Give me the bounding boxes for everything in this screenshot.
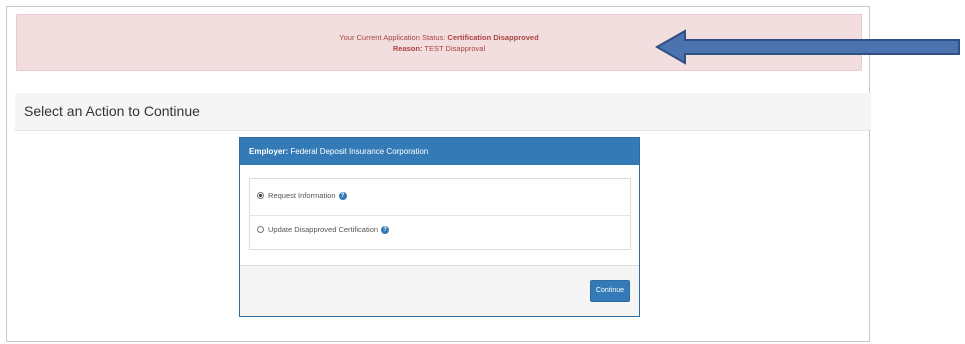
option-update-disapproved-certification[interactable]: Update Disapproved Certification ? [257,225,390,234]
option-label: Update Disapproved Certification [268,225,379,234]
employer-card: Employer: Federal Deposit Insurance Corp… [239,137,640,317]
status-value: Certification Disapproved [447,33,539,42]
option-divider [250,215,630,216]
continue-button[interactable]: Continue [590,280,630,302]
card-footer: Continue [240,265,639,316]
option-request-information[interactable]: Request Information ? [257,191,347,200]
radio-request-information[interactable] [257,192,264,199]
section-header: Select an Action to Continue [15,93,871,131]
option-label: Request Information [268,191,336,200]
question-circle-icon[interactable]: ? [338,191,347,200]
status-prefix: Your Current Application Status: [339,33,446,42]
employer-name: Federal Deposit Insurance Corporation [290,147,429,156]
reason-value: TEST Disapproval [424,44,486,53]
reason-label: Reason: [392,44,423,53]
section-title: Select an Action to Continue [24,103,200,119]
left-arrow-icon [655,29,960,65]
employer-label: Employer: [249,147,289,156]
action-options: Request Information ? Update Disapproved… [249,178,631,250]
question-circle-icon[interactable]: ? [381,225,390,234]
radio-update-disapproved-certification[interactable] [257,226,264,233]
card-header: Employer: Federal Deposit Insurance Corp… [240,138,639,165]
